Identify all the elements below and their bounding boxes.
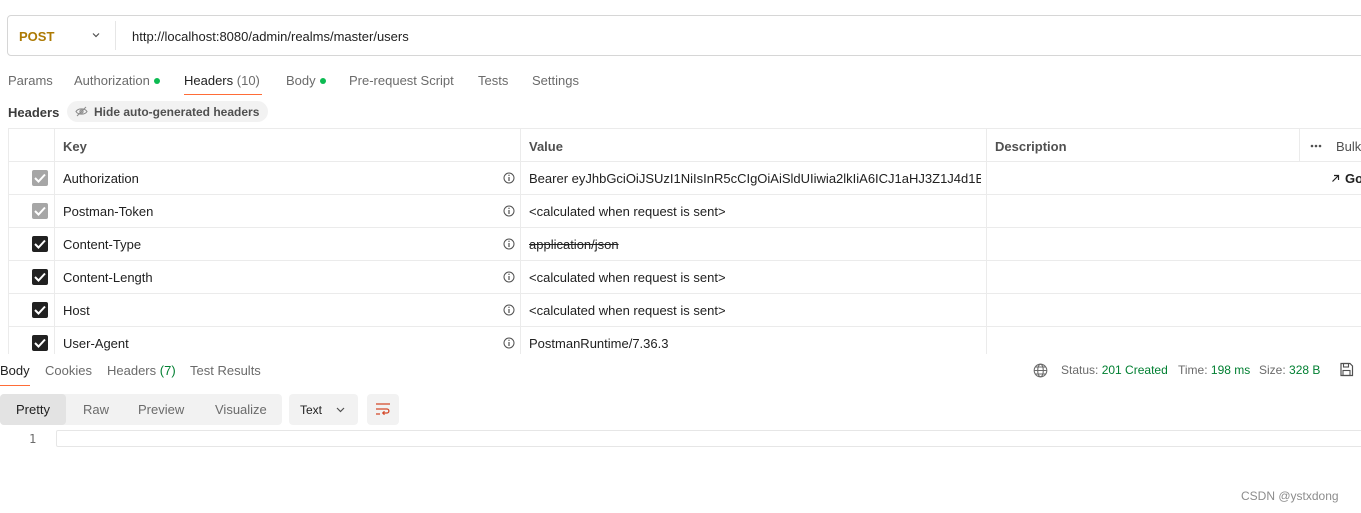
response-body-editor[interactable]: [56, 430, 1361, 447]
go-to-auth-link[interactable]: Go: [1345, 171, 1361, 186]
header-key[interactable]: Content-Length: [63, 270, 153, 285]
info-icon[interactable]: [503, 172, 515, 184]
header-value[interactable]: Bearer eyJhbGciOiJSUzI1NiIsInR5cCIgOiAiS…: [529, 171, 981, 186]
header-key[interactable]: Authorization: [63, 171, 139, 186]
info-icon[interactable]: [503, 238, 515, 250]
response-tab-test-results[interactable]: Test Results: [190, 363, 261, 378]
check-icon: [34, 305, 46, 315]
table-row: Authorization Bearer eyJhbGciOiJSUzI1NiI…: [9, 162, 1361, 195]
row-checkbox[interactable]: [32, 236, 48, 252]
tab-body[interactable]: Body: [286, 73, 326, 88]
response-tab-headers[interactable]: Headers (7): [107, 363, 176, 378]
column-value: Value: [529, 139, 563, 154]
table-row: Content-Length <calculated when request …: [9, 261, 1361, 294]
column-divider: [520, 129, 521, 354]
format-select-label: Text: [300, 403, 323, 417]
header-value[interactable]: <calculated when request is sent>: [529, 270, 726, 285]
headers-section-title: Headers: [8, 105, 60, 120]
row-checkbox[interactable]: [32, 170, 48, 186]
active-tab-indicator: [0, 385, 30, 386]
table-row: Postman-Token <calculated when request i…: [9, 195, 1361, 228]
row-checkbox[interactable]: [32, 302, 48, 318]
tab-params[interactable]: Params: [8, 73, 53, 88]
column-description: Description: [995, 139, 1067, 154]
view-mode-raw[interactable]: Raw: [83, 402, 109, 417]
status-dot: [319, 77, 326, 84]
tab-settings[interactable]: Settings: [532, 73, 579, 88]
header-value[interactable]: PostmanRuntime/7.36.3: [529, 336, 668, 351]
response-status: Status: 201 Created: [1061, 363, 1168, 377]
url-input[interactable]: http://localhost:8080/admin/realms/maste…: [132, 29, 409, 44]
check-icon: [34, 173, 46, 183]
view-mode-preview[interactable]: Preview: [138, 402, 184, 417]
column-key: Key: [63, 139, 87, 154]
info-icon[interactable]: [503, 337, 515, 349]
watermark: CSDN @ystxdong: [1241, 489, 1339, 503]
row-checkbox[interactable]: [32, 335, 48, 351]
wrap-lines-icon: [376, 403, 390, 416]
response-tab-body[interactable]: Body: [0, 363, 30, 378]
header-value[interactable]: <calculated when request is sent>: [529, 204, 726, 219]
line-number: 1: [29, 432, 37, 446]
check-icon: [34, 206, 46, 216]
table-header-row: Key Value Description Bulk: [9, 129, 1361, 162]
row-checkbox[interactable]: [32, 203, 48, 219]
status-dot: [153, 77, 160, 84]
more-options-icon[interactable]: [1310, 144, 1322, 148]
tab-pre-request-script[interactable]: Pre-request Script: [349, 73, 454, 88]
wrap-lines-button[interactable]: [367, 394, 399, 425]
header-key[interactable]: User-Agent: [63, 336, 129, 351]
info-icon[interactable]: [503, 271, 515, 283]
url-divider: [115, 21, 116, 50]
column-divider: [54, 129, 55, 354]
view-mode-pretty[interactable]: Pretty: [16, 402, 50, 417]
header-key[interactable]: Host: [63, 303, 90, 318]
check-icon: [34, 338, 46, 348]
eye-off-icon: [75, 106, 88, 117]
headers-table: Key Value Description Bulk Authorization…: [8, 128, 1361, 354]
chevron-down-icon[interactable]: [92, 31, 100, 39]
header-key[interactable]: Content-Type: [63, 237, 141, 252]
active-tab-indicator: [184, 94, 262, 95]
table-row: User-Agent PostmanRuntime/7.36.3: [9, 327, 1361, 354]
info-icon[interactable]: [503, 304, 515, 316]
info-icon[interactable]: [503, 205, 515, 217]
view-mode-visualize[interactable]: Visualize: [215, 402, 267, 417]
hide-auto-headers-button[interactable]: Hide auto-generated headers: [67, 101, 269, 122]
table-row: Content-Type application/json: [9, 228, 1361, 261]
row-checkbox[interactable]: [32, 269, 48, 285]
check-icon: [34, 239, 46, 249]
header-value[interactable]: <calculated when request is sent>: [529, 303, 726, 318]
table-row: Host <calculated when request is sent>: [9, 294, 1361, 327]
header-value[interactable]: application/json: [529, 237, 619, 252]
column-divider: [1299, 129, 1300, 162]
format-select[interactable]: Text: [289, 394, 358, 425]
save-icon[interactable]: [1339, 362, 1354, 377]
chevron-down-icon: [336, 407, 345, 413]
response-time: Time: 198 ms: [1178, 363, 1251, 377]
response-tab-cookies[interactable]: Cookies: [45, 363, 92, 378]
check-icon: [34, 272, 46, 282]
bulk-edit-button[interactable]: Bulk: [1336, 139, 1361, 154]
header-key[interactable]: Postman-Token: [63, 204, 153, 219]
tab-authorization[interactable]: Authorization: [74, 73, 160, 88]
globe-icon[interactable]: [1033, 363, 1048, 378]
column-divider: [986, 129, 987, 354]
url-bar: POST http://localhost:8080/admin/realms/…: [7, 15, 1361, 56]
response-size: Size: 328 B: [1259, 363, 1321, 377]
method-select[interactable]: POST: [19, 29, 54, 44]
tab-tests[interactable]: Tests: [478, 73, 508, 88]
arrow-up-right-icon: [1332, 174, 1340, 182]
tab-headers[interactable]: Headers (10): [184, 73, 260, 88]
